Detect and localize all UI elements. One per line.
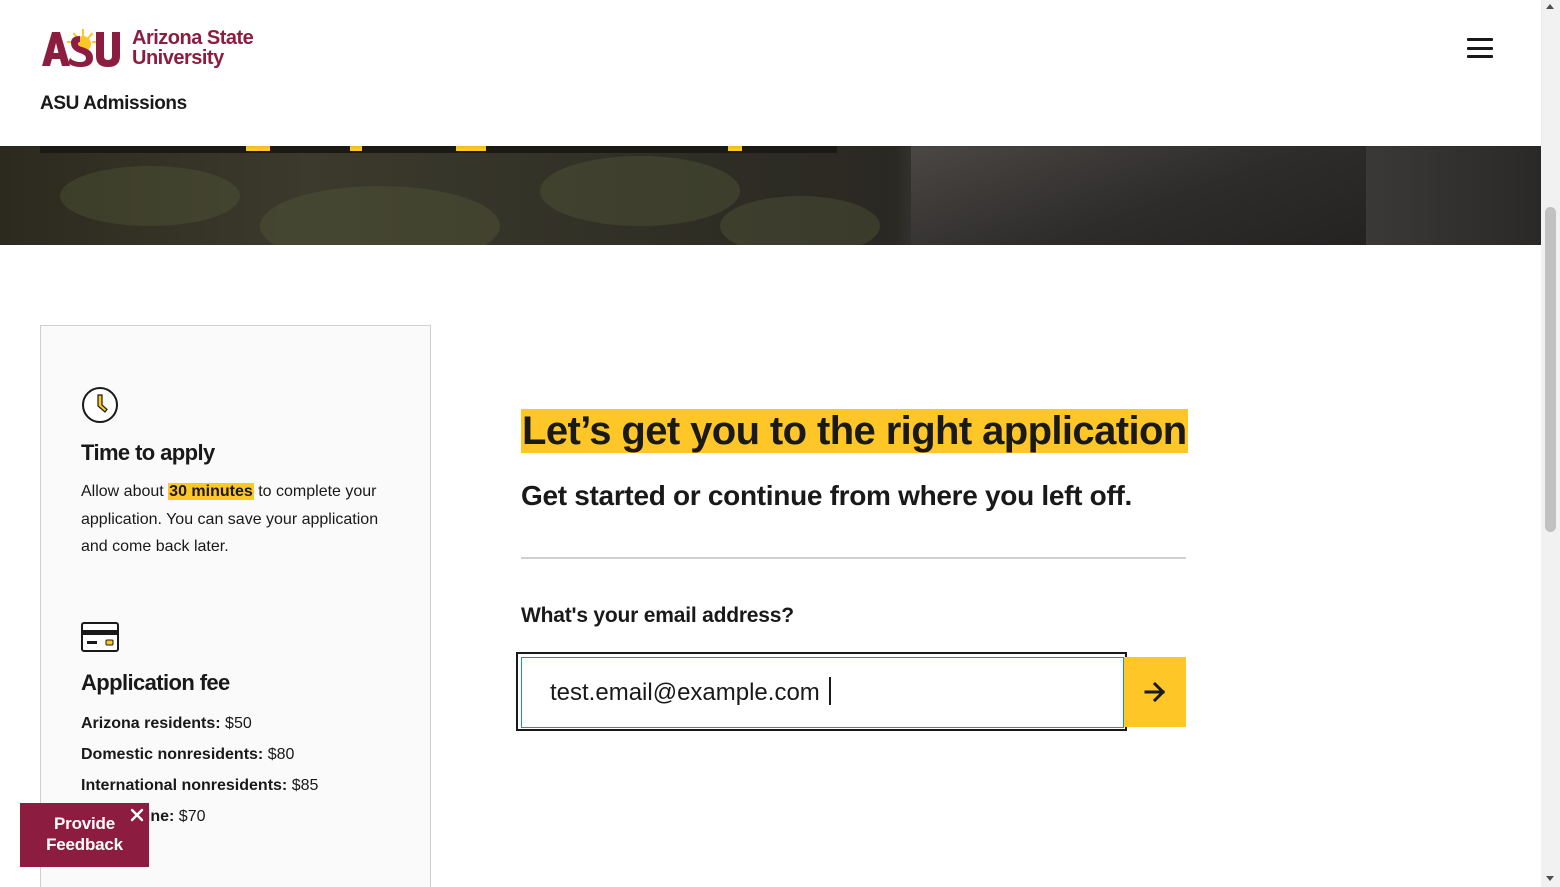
arrow-right-icon [1144,681,1166,703]
scroll-up-arrow-icon[interactable] [1546,4,1554,9]
logo-wordmark: Arizona State University [132,27,254,69]
submit-email-button[interactable] [1124,657,1186,727]
logo-line-1: Arizona State [132,27,254,49]
site-title[interactable]: ASU Admissions [40,93,187,115]
menu-bar [1467,38,1493,41]
asu-logo-mark [42,29,120,67]
site-header: Arizona State University ASU Admissions [0,0,1541,146]
menu-bar [1467,55,1493,58]
application-fee-title: Application fee [81,670,230,695]
provide-feedback-button[interactable]: Provide Feedback [20,803,149,867]
hamburger-menu-icon[interactable] [1467,36,1493,60]
fee-label: International nonresidents: [81,777,288,794]
fee-line-domestic: Domestic nonresidents: $80 [81,739,421,770]
fee-line-international: International nonresidents: $85 [81,770,421,801]
time-to-apply-title: Time to apply [81,440,215,465]
hero-photo-wall [1366,146,1541,245]
hero-foliage [540,156,740,226]
hero-foliage [60,166,240,226]
text-cursor [829,677,831,705]
fee-label: Arizona residents: [81,715,221,732]
page-title: Let’s get you to the right application [521,409,1188,453]
menu-bar [1467,46,1493,50]
divider [521,557,1186,559]
hero-title-banner [40,146,837,153]
hero-image [0,146,1541,245]
time-text-before: Allow about [81,483,164,500]
feedback-line-2: Feedback [46,835,123,854]
asu-logo[interactable]: Arizona State University [40,27,254,69]
scroll-down-arrow-icon[interactable] [1546,876,1554,881]
hero-foliage [260,186,500,245]
fee-label: Domestic nonresidents: [81,746,264,763]
clock-icon [82,387,118,423]
time-highlight: 30 minutes [168,483,254,500]
logo-line-2: University [132,47,224,69]
hero-title-fragment [350,146,362,151]
page-scrollbar[interactable] [1541,0,1560,887]
fee-value: $70 [178,808,206,825]
email-field[interactable] [521,657,1124,728]
fee-line-arizona: Arizona residents: $50 [81,708,421,739]
hero-title-fragment [456,146,486,151]
email-label: What's your email address? [521,604,794,627]
close-icon[interactable] [128,806,146,824]
hero-title-fragment [728,146,742,151]
fee-value: $85 [291,777,319,794]
hero-foliage [720,196,880,245]
credit-card-icon [81,622,119,652]
time-to-apply-text: Allow about 30 minutes to complete your … [81,478,381,561]
page-subtitle: Get started or continue from where you l… [521,480,1132,511]
fee-value: $50 [225,715,252,732]
fee-value: $80 [267,746,295,763]
scrollbar-thumb[interactable] [1545,207,1556,532]
email-field-focus-ring [516,652,1127,731]
hero-title-fragment [246,146,270,151]
